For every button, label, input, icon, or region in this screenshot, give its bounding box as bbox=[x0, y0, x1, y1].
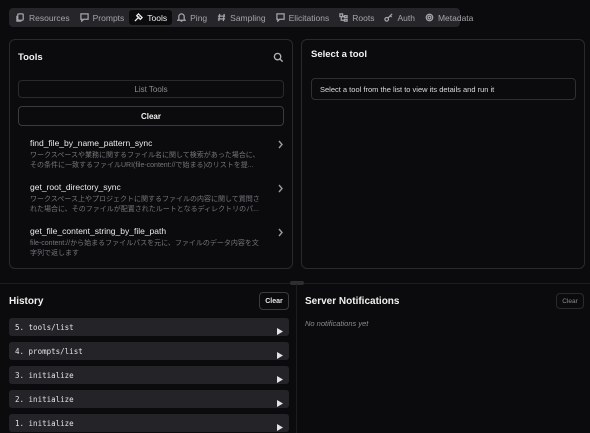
history-item-label: 2. initialize bbox=[15, 394, 74, 404]
tab-tools[interactable]: Tools bbox=[129, 10, 173, 25]
tab-label: Metadata bbox=[437, 12, 474, 23]
history-item-label: 4. prompts/list bbox=[15, 346, 83, 356]
select-tool-message: Select a tool from the list to view its … bbox=[311, 78, 576, 100]
resize-handle[interactable] bbox=[290, 281, 304, 285]
tab-bar: Resources Prompts Tools Ping Sampling El… bbox=[9, 8, 473, 27]
history-item[interactable]: 4. prompts/list bbox=[9, 342, 289, 360]
hash-icon bbox=[217, 13, 226, 22]
tool-description: file-content://から始まるファイルパスを元に、ファイルのデータ内容… bbox=[30, 240, 259, 257]
tool-name: get_file_content_string_by_file_path bbox=[30, 226, 167, 236]
history-title: History bbox=[9, 296, 44, 307]
chevron-right-icon bbox=[277, 182, 284, 193]
tool-name: find_file_by_name_pattern_sync bbox=[30, 138, 153, 148]
tab-label: Auth bbox=[397, 12, 415, 23]
settings-icon bbox=[425, 13, 434, 22]
key-icon bbox=[384, 13, 393, 22]
tab-resources[interactable]: Resources bbox=[11, 10, 75, 25]
tool-item[interactable]: get_root_directory_sync ワークスペース上やプロジェクトに… bbox=[30, 182, 286, 215]
tool-detail-panel: Select a tool Select a tool from the lis… bbox=[301, 39, 585, 269]
expand-arrow-icon bbox=[277, 396, 283, 407]
tab-label: Prompts bbox=[92, 12, 125, 23]
no-notifications-text: No notifications yet bbox=[305, 319, 369, 328]
history-item[interactable]: 2. initialize bbox=[9, 390, 289, 408]
tool-description: ワークスペース上やプロジェクトに関するファイルの内容に関して質問された場合に、そ… bbox=[30, 196, 260, 213]
bell-icon bbox=[177, 13, 187, 22]
list-tools-button[interactable]: List Tools bbox=[18, 80, 284, 98]
history-item-label: 5. tools/list bbox=[15, 322, 74, 332]
clear-tools-button[interactable]: Clear bbox=[18, 106, 284, 126]
history-item[interactable]: 3. initialize bbox=[9, 366, 289, 384]
history-item[interactable]: 5. tools/list bbox=[9, 318, 289, 336]
tab-label: Ping bbox=[190, 12, 208, 23]
history-item[interactable]: 1. initialize bbox=[9, 414, 289, 432]
history-item-label: 3. initialize bbox=[15, 370, 74, 380]
tool-name: get_root_directory_sync bbox=[30, 182, 121, 192]
tab-label: Tools bbox=[147, 12, 168, 23]
detail-panel-title: Select a tool bbox=[311, 49, 367, 60]
clear-notifications-button[interactable]: Clear bbox=[556, 293, 584, 309]
tab-label: Roots bbox=[352, 12, 375, 23]
tab-ping[interactable]: Ping bbox=[172, 10, 212, 25]
search-icon[interactable] bbox=[273, 52, 284, 63]
expand-arrow-icon bbox=[277, 348, 283, 359]
tools-panel: Tools List Tools Clear find_file_by_name… bbox=[9, 39, 293, 269]
tab-elicitations[interactable]: Elicitations bbox=[271, 10, 335, 25]
files-icon bbox=[16, 13, 25, 22]
notifications-title: Server Notifications bbox=[305, 296, 400, 307]
vertical-divider bbox=[296, 284, 297, 433]
tool-item[interactable]: get_file_content_string_by_file_path fil… bbox=[30, 226, 286, 259]
clear-history-button[interactable]: Clear bbox=[259, 292, 289, 310]
tool-description: ワークスペースや業務に関するファイル名に関して検索があった場合に、その条件に一致… bbox=[30, 152, 260, 169]
tab-roots[interactable]: Roots bbox=[334, 10, 379, 25]
tab-sampling[interactable]: Sampling bbox=[212, 10, 270, 25]
hammer-icon bbox=[134, 13, 144, 22]
chevron-right-icon bbox=[277, 226, 284, 237]
expand-arrow-icon bbox=[277, 420, 283, 431]
history-item-label: 1. initialize bbox=[15, 418, 74, 428]
tab-prompts[interactable]: Prompts bbox=[75, 10, 130, 25]
message-square-icon bbox=[275, 13, 285, 22]
folder-tree-icon bbox=[339, 13, 348, 22]
expand-arrow-icon bbox=[277, 324, 283, 335]
tab-label: Resources bbox=[29, 12, 70, 23]
expand-arrow-icon bbox=[277, 372, 283, 383]
tab-metadata[interactable]: Metadata bbox=[420, 10, 478, 25]
tool-item[interactable]: find_file_by_name_pattern_sync ワークスペースや業… bbox=[30, 138, 286, 171]
tab-auth[interactable]: Auth bbox=[379, 10, 420, 25]
tab-label: Elicitations bbox=[288, 12, 330, 23]
tab-label: Sampling bbox=[230, 12, 266, 23]
message-square-icon bbox=[79, 13, 89, 22]
chevron-right-icon bbox=[277, 138, 284, 149]
tools-panel-title: Tools bbox=[18, 52, 43, 63]
